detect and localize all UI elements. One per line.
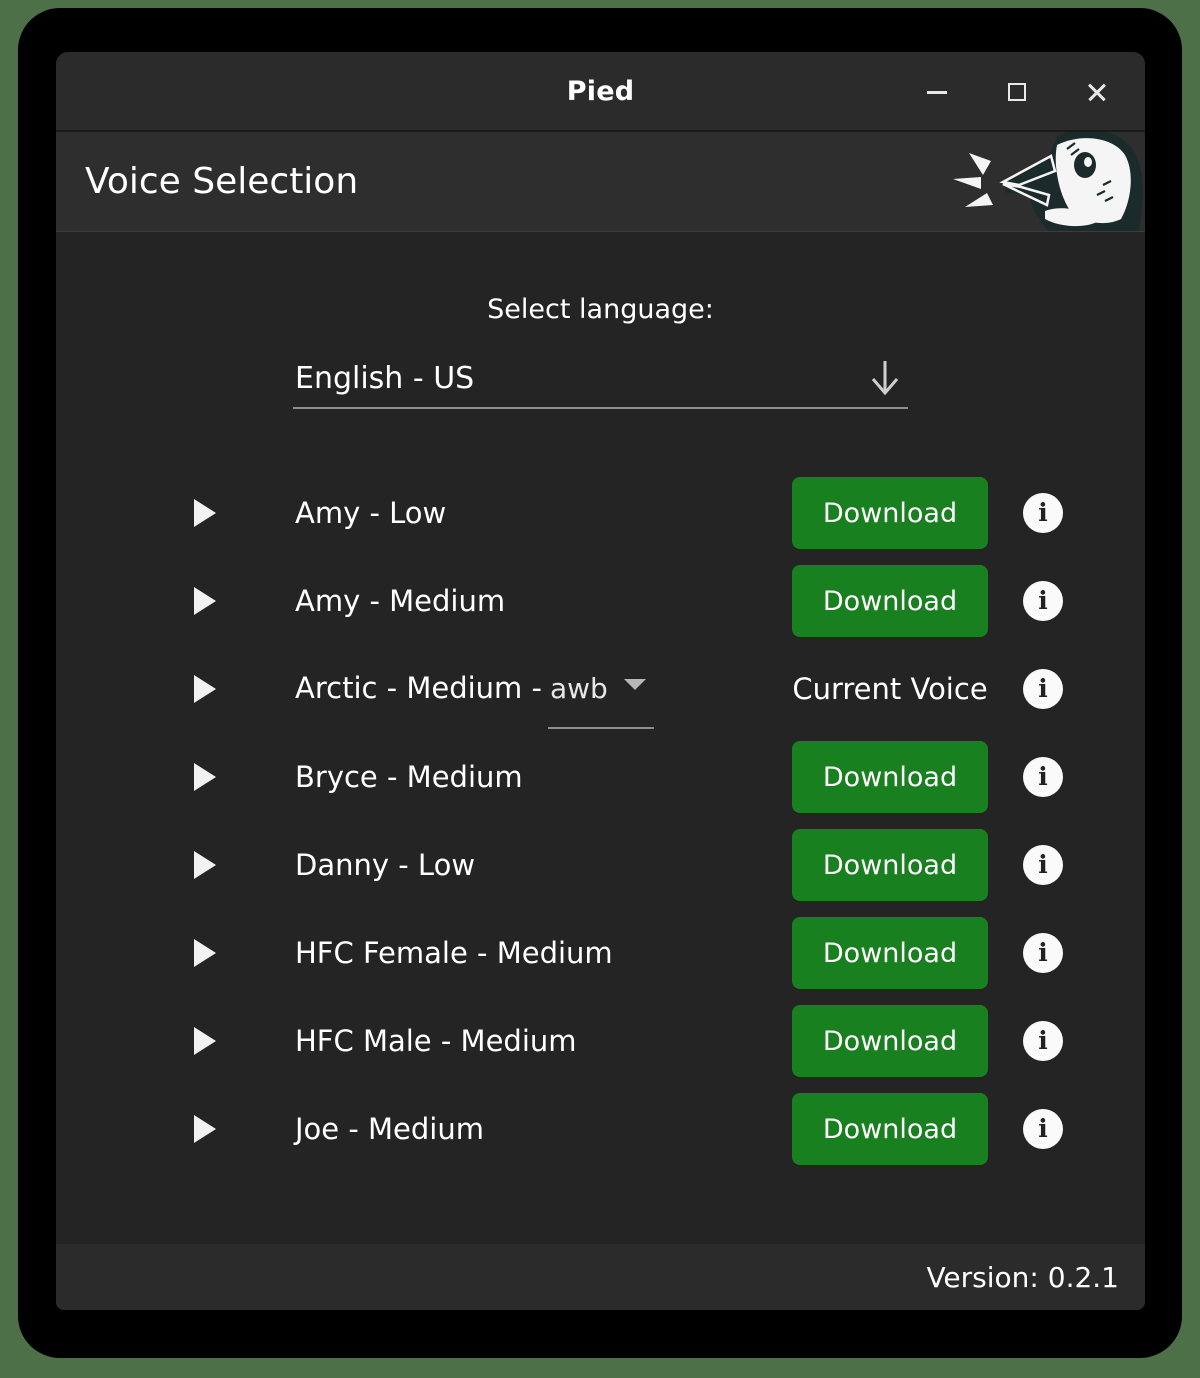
play-icon bbox=[194, 851, 216, 879]
voice-name: Joe - Medium bbox=[295, 1112, 484, 1146]
voice-row: HFC Female - Medium Download i bbox=[56, 909, 1145, 997]
maximize-icon bbox=[1008, 83, 1026, 101]
voice-row: Amy - Low Download i bbox=[56, 469, 1145, 557]
voice-row: Danny - Low Download i bbox=[56, 821, 1145, 909]
voice-name-text: HFC Male - Medium bbox=[295, 1024, 577, 1058]
voice-row: Bryce - Medium Download i bbox=[56, 733, 1145, 821]
info-icon: i bbox=[1038, 673, 1048, 703]
voice-action: Download bbox=[792, 829, 988, 901]
download-button[interactable]: Download bbox=[792, 1005, 988, 1077]
play-button[interactable] bbox=[194, 851, 234, 879]
voice-name-text: Bryce - Medium bbox=[295, 760, 523, 794]
download-button[interactable]: Download bbox=[792, 741, 988, 813]
voice-name-text: Danny - Low bbox=[295, 848, 476, 882]
play-icon bbox=[194, 1115, 216, 1143]
play-icon bbox=[194, 675, 216, 703]
play-icon bbox=[194, 587, 216, 615]
download-button[interactable]: Download bbox=[792, 565, 988, 637]
info-button[interactable]: i bbox=[1023, 757, 1063, 797]
download-button[interactable]: Download bbox=[792, 477, 988, 549]
voice-row: Joe - Medium Download i bbox=[56, 1085, 1145, 1173]
variant-underline bbox=[547, 727, 654, 729]
info-button[interactable]: i bbox=[1023, 669, 1063, 709]
info-icon: i bbox=[1038, 1113, 1048, 1143]
voice-action: Current Voice bbox=[792, 672, 988, 706]
voice-row: HFC Male - Medium Download i bbox=[56, 997, 1145, 1085]
current-voice-status: Current Voice bbox=[792, 672, 988, 706]
play-button[interactable] bbox=[194, 1027, 234, 1055]
voice-name-text: Amy - Low bbox=[295, 496, 447, 530]
info-icon: i bbox=[1038, 585, 1048, 615]
voice-variant-select[interactable]: awb bbox=[547, 672, 654, 729]
info-icon: i bbox=[1038, 849, 1048, 879]
voice-name: Bryce - Medium bbox=[295, 760, 523, 794]
pied-window: Pied Voice Selection Select language: En… bbox=[56, 52, 1145, 1310]
download-button[interactable]: Download bbox=[792, 829, 988, 901]
voice-name-text: Arctic - Medium - bbox=[295, 671, 542, 705]
voice-row-current: Arctic - Medium - awb Current Voice i bbox=[56, 645, 1145, 733]
voice-action: Download bbox=[792, 1005, 988, 1077]
info-button[interactable]: i bbox=[1023, 933, 1063, 973]
play-icon bbox=[194, 499, 216, 527]
language-label: Select language: bbox=[487, 294, 714, 325]
footer-bar: Version: 0.2.1 bbox=[56, 1244, 1145, 1310]
info-icon: i bbox=[1038, 761, 1048, 791]
info-button[interactable]: i bbox=[1023, 493, 1063, 533]
voice-action: Download bbox=[792, 477, 988, 549]
info-button[interactable]: i bbox=[1023, 845, 1063, 885]
arrow-down-icon bbox=[871, 361, 899, 396]
info-button[interactable]: i bbox=[1023, 581, 1063, 621]
play-button[interactable] bbox=[194, 763, 234, 791]
close-button[interactable] bbox=[1071, 66, 1123, 118]
info-icon: i bbox=[1038, 1025, 1048, 1055]
play-button[interactable] bbox=[194, 1115, 234, 1143]
language-selected-value: English - US bbox=[295, 360, 475, 396]
language-select[interactable]: English - US bbox=[293, 349, 908, 409]
play-button[interactable] bbox=[194, 499, 234, 527]
voice-row: Amy - Medium Download i bbox=[56, 557, 1145, 645]
minimize-button[interactable] bbox=[911, 66, 963, 118]
window-controls bbox=[911, 52, 1123, 132]
voice-name: HFC Female - Medium bbox=[295, 936, 613, 970]
info-button[interactable]: i bbox=[1023, 1021, 1063, 1061]
voice-list: Amy - Low Download i Amy - Medium Downlo… bbox=[56, 469, 1145, 1173]
info-icon: i bbox=[1038, 937, 1048, 967]
page-title: Voice Selection bbox=[85, 161, 359, 202]
download-button[interactable]: Download bbox=[792, 1093, 988, 1165]
header-bar: Voice Selection bbox=[56, 132, 1145, 232]
voice-action: Download bbox=[792, 741, 988, 813]
play-icon bbox=[194, 939, 216, 967]
voice-name-text: Joe - Medium bbox=[295, 1112, 484, 1146]
play-button[interactable] bbox=[194, 587, 234, 615]
voice-name: Amy - Medium bbox=[295, 584, 505, 618]
voice-action: Download bbox=[792, 565, 988, 637]
info-icon: i bbox=[1038, 497, 1048, 527]
play-button[interactable] bbox=[194, 939, 234, 967]
window-title: Pied bbox=[566, 75, 635, 107]
content-area: Select language: English - US Amy - Low … bbox=[56, 232, 1145, 1244]
voice-name: Danny - Low bbox=[295, 848, 475, 882]
play-icon bbox=[194, 763, 216, 791]
voice-name: Arctic - Medium - awb bbox=[295, 671, 654, 729]
titlebar: Pied bbox=[56, 52, 1145, 132]
play-button[interactable] bbox=[194, 675, 234, 703]
voice-name: HFC Male - Medium bbox=[295, 1024, 577, 1058]
maximize-button[interactable] bbox=[991, 66, 1043, 118]
minimize-icon bbox=[927, 90, 947, 94]
voice-name: Amy - Low bbox=[295, 496, 446, 530]
voice-name-text: Amy - Medium bbox=[295, 584, 506, 618]
voice-variant-value: awb bbox=[549, 672, 608, 705]
info-button[interactable]: i bbox=[1023, 1109, 1063, 1149]
close-icon bbox=[1086, 81, 1108, 103]
download-button[interactable]: Download bbox=[792, 917, 988, 989]
version-label: Version: 0.2.1 bbox=[926, 1260, 1119, 1294]
voice-action: Download bbox=[792, 917, 988, 989]
pied-magpie-logo-icon bbox=[953, 132, 1143, 231]
voice-name-text: HFC Female - Medium bbox=[295, 936, 613, 970]
play-icon bbox=[194, 1027, 216, 1055]
voice-action: Download bbox=[792, 1093, 988, 1165]
chevron-down-icon bbox=[623, 679, 646, 690]
